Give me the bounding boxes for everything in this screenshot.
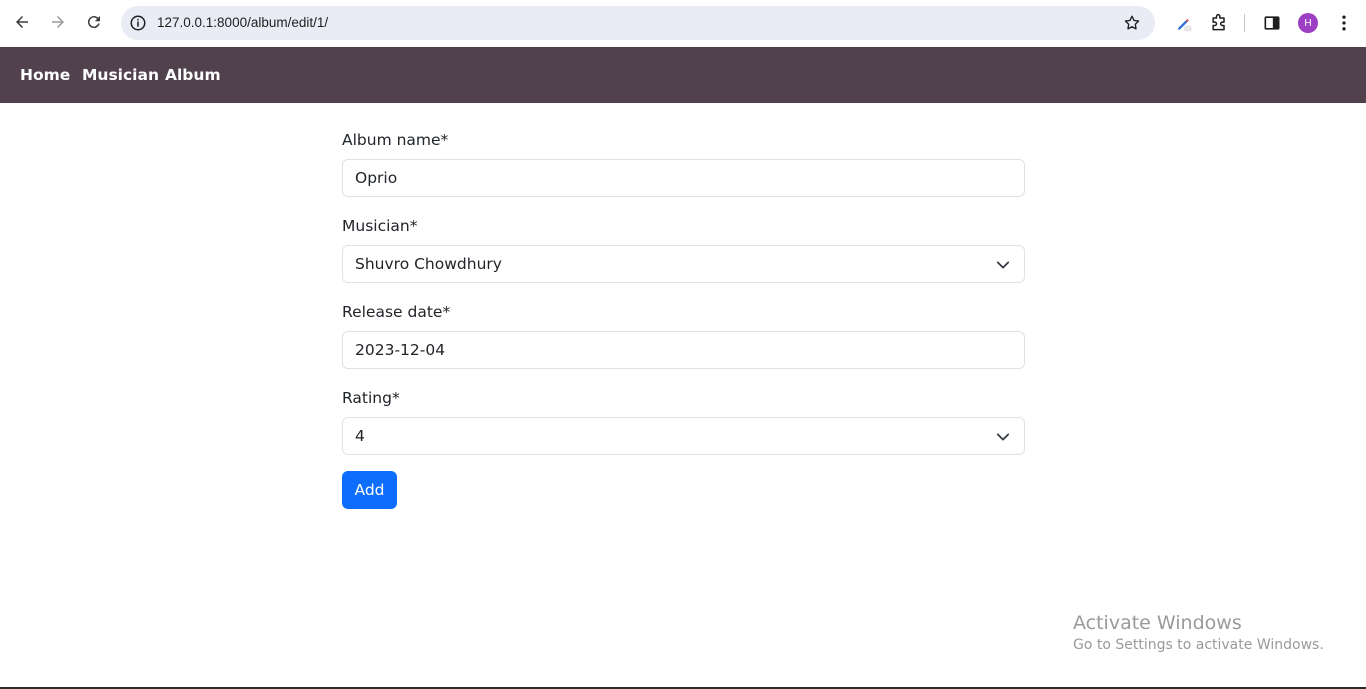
nav-musician-link[interactable]: Musician [82,66,159,84]
profile-avatar[interactable]: H [1298,13,1318,33]
reload-icon [87,16,100,29]
more-menu-icon[interactable] [1334,13,1354,33]
chevron-down-icon [996,433,1010,441]
release-date-input[interactable]: 2023-12-04 [342,331,1025,369]
address-bar[interactable]: 127.0.0.1:8000/album/edit/1/ [121,6,1155,40]
chevron-down-icon [996,261,1010,269]
add-button[interactable]: Add [342,471,397,509]
reload-button[interactable] [81,9,107,35]
musician-label: Musician* [342,217,418,235]
album-name-label: Album name* [342,131,449,149]
rating-select[interactable]: 4 [342,417,1025,455]
rating-label: Rating* [342,389,400,407]
back-button[interactable] [9,9,35,35]
album-name-value: Oprio [355,169,398,187]
site-navbar: Home Musician Album [0,47,1366,103]
extension-pen-icon[interactable] [1174,13,1194,33]
toolbar-divider [1244,14,1245,32]
url-text[interactable]: 127.0.0.1:8000/album/edit/1/ [157,15,328,30]
info-icon[interactable] [129,14,147,32]
nav-album-link[interactable]: Album [165,66,221,84]
rating-selected-value: 4 [355,427,365,445]
nav-home-link[interactable]: Home [20,66,70,84]
side-panel-icon[interactable] [1262,13,1282,33]
arrow-left-icon [16,16,28,28]
musician-selected-value: Shuvro Chowdhury [355,255,502,273]
browser-toolbar: 127.0.0.1:8000/album/edit/1/ H [0,0,1366,46]
musician-select[interactable]: Shuvro Chowdhury [342,245,1025,283]
activate-windows-subtitle: Go to Settings to activate Windows. [1073,637,1324,653]
album-name-input[interactable]: Oprio [342,159,1025,197]
forward-button[interactable] [45,9,71,35]
bookmark-star-icon[interactable] [1123,14,1141,32]
release-date-label: Release date* [342,303,451,321]
release-date-value: 2023-12-04 [355,341,446,359]
activate-windows-title: Activate Windows [1073,612,1242,634]
arrow-right-icon [52,16,64,28]
extensions-puzzle-icon[interactable] [1209,13,1229,33]
